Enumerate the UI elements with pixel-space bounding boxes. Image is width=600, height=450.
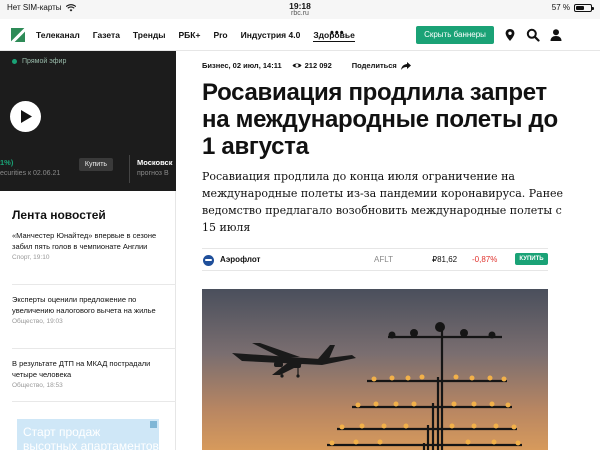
live-dot-icon (12, 59, 17, 64)
ad-info-icon[interactable] (150, 421, 157, 428)
ticker-percent: 1%) (0, 158, 14, 167)
eye-icon (292, 63, 302, 68)
play-button[interactable] (10, 101, 41, 132)
nav-item-pro[interactable]: Pro (213, 30, 227, 42)
search-icon[interactable] (526, 28, 540, 42)
live-label-text: Прямой эфир (22, 58, 67, 65)
divider (12, 348, 176, 349)
share-arrow-icon (400, 61, 411, 70)
share-label: Поделиться (351, 61, 397, 70)
nav-links: Телеканал Газета Тренды РБК+ Pro Индустр… (36, 30, 355, 42)
nav-item-trends[interactable]: Тренды (133, 30, 166, 42)
divider (12, 284, 176, 285)
top-navigation: Телеканал Газета Тренды РБК+ Pro Индустр… (0, 19, 600, 51)
feed-item-meta: Общество, 19:03 (12, 318, 63, 325)
quote-price: ₽81,62 (432, 255, 458, 264)
feed-item[interactable]: «Манчестер Юнайтед» впервые в сезоне заб… (12, 231, 172, 261)
aeroflot-logo-icon (203, 255, 214, 266)
feed-item-meta: Спорт, 19:10 (12, 254, 50, 261)
article-photo (202, 289, 548, 450)
views-count: 212 092 (304, 61, 332, 70)
article-views: 212 092 (292, 61, 332, 70)
battery-status: 57 % (551, 3, 594, 12)
nav-item-rbc-plus[interactable]: РБК+ (179, 30, 201, 42)
article-category-date[interactable]: Бизнес, 02 июл, 14:11 (202, 61, 282, 70)
feed-item-title[interactable]: «Манчестер Юнайтед» впервые в сезоне заб… (12, 231, 172, 252)
weather-title[interactable]: Московск (137, 158, 173, 167)
ad-banner[interactable]: Старт продаж высотных апартаментов (17, 419, 159, 450)
feed-item-title[interactable]: В результате ДТП на МКАД пострадали четы… (12, 359, 172, 380)
battery-icon (574, 3, 594, 12)
nav-item-newspaper[interactable]: Газета (93, 30, 120, 42)
weather-subtitle: прогноз В (137, 170, 169, 177)
left-sidebar: Прямой эфир 1%) ecurities к 02.06.21 Куп… (0, 51, 176, 450)
quote-buy-button[interactable]: КУПИТЬ (515, 253, 548, 265)
news-feed-title: Лента новостей (12, 208, 106, 222)
feed-item[interactable]: Эксперты оценили предложение по увеличен… (12, 295, 172, 325)
quote-company[interactable]: Аэрофлот (220, 255, 260, 264)
user-icon[interactable] (549, 28, 563, 42)
status-bar: Нет SIM-карты 19:18 rbc.ru 57 % (0, 0, 600, 19)
buy-button[interactable]: Купить (79, 158, 113, 171)
share-button[interactable]: Поделиться (352, 61, 411, 70)
live-broadcast-panel: Прямой эфир 1%) ecurities к 02.06.21 Куп… (0, 51, 176, 191)
battery-percent: 57 % (551, 3, 570, 12)
live-label: Прямой эфир (12, 58, 66, 65)
ad-banner-text: Старт продаж высотных апартаментов (23, 425, 159, 450)
nav-item-industry[interactable]: Индустрия 4.0 (241, 30, 301, 42)
divider (129, 155, 130, 183)
more-menu-button[interactable]: ••• (330, 27, 345, 39)
article-headline: Росавиация продлила запрет на международ… (202, 79, 558, 160)
feed-item[interactable]: В результате ДТП на МКАД пострадали четы… (12, 359, 172, 389)
article-meta: Бизнес, 02 июл, 14:11 212 092 Поделиться (202, 61, 411, 70)
rbc-logo[interactable] (11, 28, 25, 42)
hide-banners-button[interactable]: Скрыть баннеры (416, 26, 494, 44)
article-lead: Росавиация продлила до конца июля ограни… (202, 170, 564, 234)
play-icon (21, 110, 32, 123)
feed-item-meta: Общество, 18:53 (12, 382, 63, 389)
nav-item-tv[interactable]: Телеканал (36, 30, 80, 42)
divider (12, 401, 176, 402)
map-pin-icon[interactable] (503, 28, 517, 42)
article: Бизнес, 02 июл, 14:11 212 092 Поделиться… (177, 51, 600, 450)
feed-item-title[interactable]: Эксперты оценили предложение по увеличен… (12, 295, 172, 316)
quote-change: -0,87% (472, 255, 498, 264)
ticker-subtitle: ecurities к 02.06.21 (0, 170, 61, 177)
stock-quote[interactable]: Аэрофлот AFLT ₽81,62 -0,87% КУПИТЬ (202, 248, 548, 271)
address-url[interactable]: rbc.ru (0, 10, 600, 17)
quote-ticker: AFLT (374, 255, 393, 264)
